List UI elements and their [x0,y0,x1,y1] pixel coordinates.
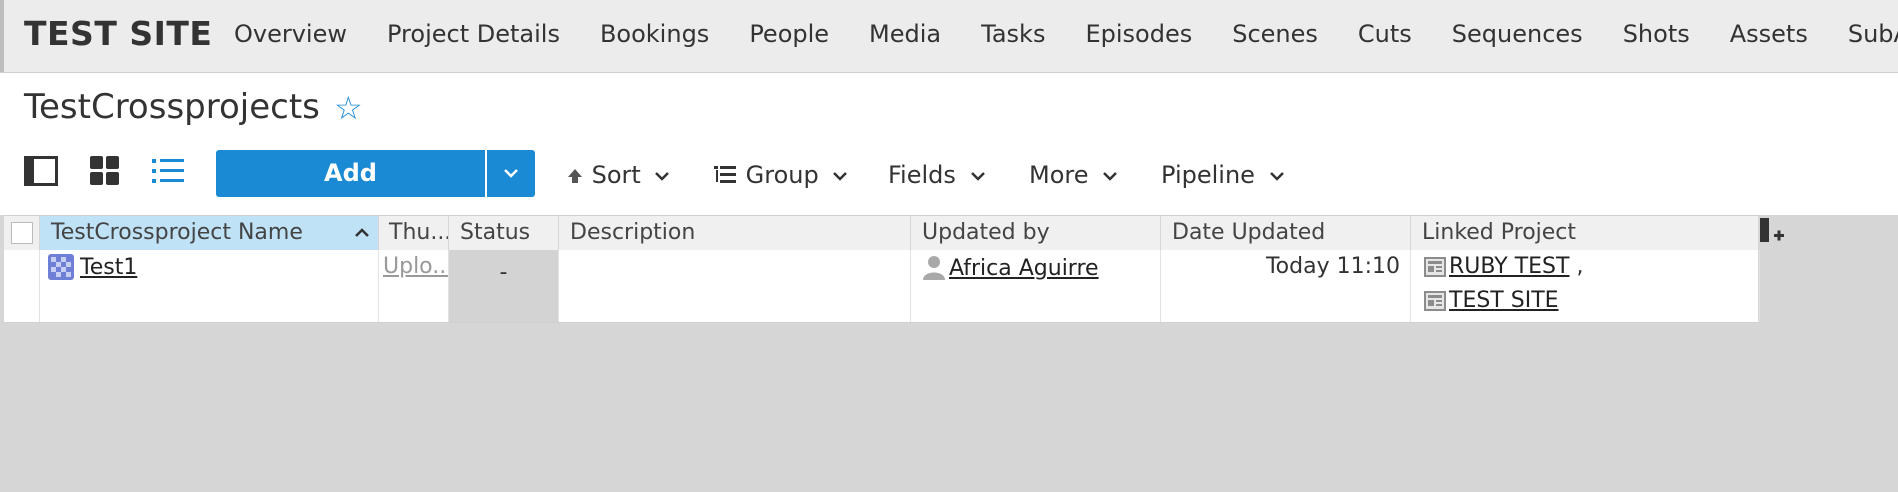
chevron-down-icon [1103,172,1118,181]
pipeline-label: Pipeline [1161,161,1255,189]
column-header-name-label: TestCrossproject Name [51,220,303,245]
nav-media[interactable]: Media [869,20,941,48]
cell-name: Test1 [40,250,379,322]
add-column-icon[interactable] [1758,216,1788,250]
page-header: TestCrossprojects ☆ Add TestCrossproj...… [0,73,1898,234]
cell-status[interactable]: - [449,250,559,322]
linked-project-separator: , [1576,254,1584,279]
user-avatar-icon [921,254,947,280]
table-row[interactable]: Test1 Uplo... - Africa Aguirre Today 11:… [4,250,1760,323]
project-icon [1423,289,1447,313]
date-updated-value: Today 11:10 [1265,254,1400,279]
chevron-down-icon [655,172,670,181]
nav-episodes[interactable]: Episodes [1085,20,1192,48]
chevron-down-icon [833,172,848,181]
top-nav: TEST SITE Overview Project Details Booking… [0,0,1898,73]
column-header-name[interactable]: TestCrossproject Name [40,216,379,250]
upload-thumbnail-link[interactable]: Uplo... [383,254,448,279]
sort-icon [568,169,582,183]
table-header: TestCrossproject Name Thu... Status Desc… [4,215,1760,251]
cell-linked-project: RUBY TEST , TEST SITE [1411,250,1760,322]
project-icon [1423,255,1447,279]
add-options-dropdown[interactable] [487,150,535,197]
site-title[interactable]: TEST SITE [24,14,212,53]
nav-people[interactable]: People [749,20,829,48]
cell-thumbnail: Uplo... [379,250,449,322]
page-title: TestCrossprojects [24,87,320,127]
column-header-thumbnail[interactable]: Thu... [379,216,449,250]
nav-overview[interactable]: Overview [234,20,347,48]
status-value: - [499,260,508,285]
detail-view-icon[interactable] [24,156,58,186]
nav-sequences[interactable]: Sequences [1452,20,1583,48]
select-all-checkbox[interactable] [11,222,33,244]
nav-assets[interactable]: Assets [1730,20,1808,48]
chevron-down-icon [1269,172,1284,181]
cell-updated-by: Africa Aguirre [911,250,1161,322]
sort-menu[interactable]: Sort [566,161,670,189]
entity-icon [48,254,74,280]
more-label: More [1029,161,1089,189]
window-edge [0,0,4,72]
chevron-down-icon [970,172,985,181]
fields-label: Fields [888,161,956,189]
row-select-cell[interactable] [4,250,40,322]
column-header-linked-project[interactable]: Linked Project [1411,216,1760,250]
pipeline-menu[interactable]: Pipeline [1161,161,1285,189]
sort-ascending-icon [355,228,369,237]
sort-label: Sort [591,161,641,189]
nav-scenes[interactable]: Scenes [1232,20,1318,48]
linked-project-link[interactable]: TEST SITE [1449,288,1559,313]
group-menu[interactable]: Group [714,161,848,189]
column-header-updated-by[interactable]: Updated by [911,216,1161,250]
thumbnail-view-icon[interactable] [90,156,124,186]
add-testcrossproject-button[interactable]: Add TestCrossproj... [216,150,485,234]
nav-project-details[interactable]: Project Details [387,20,560,48]
nav-links: Overview Project Details Bookings People Med… [234,20,1898,48]
nav-subassets[interactable]: SubAssets [1848,20,1898,48]
nav-cuts[interactable]: Cuts [1358,20,1412,48]
cell-description[interactable] [559,250,911,322]
chevron-down-icon [504,169,518,178]
favorite-star-icon[interactable]: ☆ [334,89,363,127]
column-header-description[interactable]: Description [559,216,911,250]
column-header-status[interactable]: Status [449,216,559,250]
group-label: Group [745,161,819,189]
nav-shots[interactable]: Shots [1623,20,1690,48]
group-icon [714,166,736,183]
select-all-cell [4,216,40,250]
column-header-date-updated[interactable]: Date Updated [1161,216,1411,250]
more-menu[interactable]: More [1029,161,1118,189]
linked-project-link[interactable]: RUBY TEST [1449,254,1569,279]
name-link[interactable]: Test1 [80,255,137,280]
cell-date-updated: Today 11:10 [1161,250,1411,322]
updated-by-link[interactable]: Africa Aguirre [949,256,1099,281]
nav-bookings[interactable]: Bookings [600,20,709,48]
fields-menu[interactable]: Fields [888,161,986,189]
list-view-icon[interactable] [152,156,186,186]
nav-tasks[interactable]: Tasks [981,20,1045,48]
